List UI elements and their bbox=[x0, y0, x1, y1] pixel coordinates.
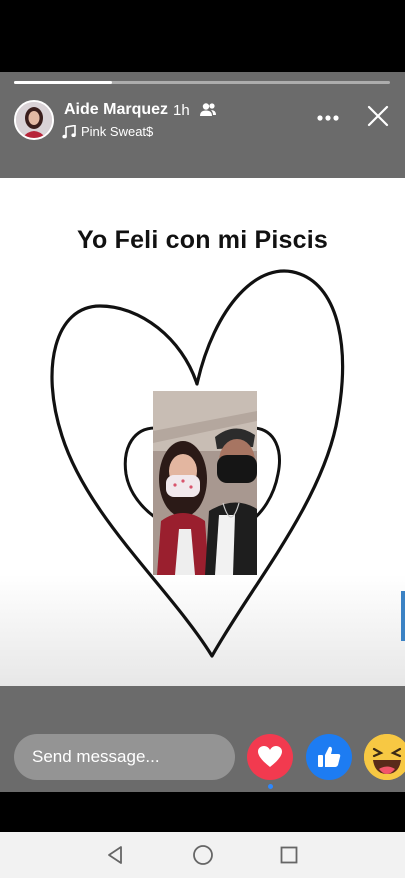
recents-icon bbox=[280, 846, 298, 864]
home-icon bbox=[193, 845, 213, 865]
back-button[interactable] bbox=[102, 842, 128, 868]
screen-gap bbox=[0, 792, 405, 832]
post-time: 1h bbox=[173, 102, 190, 119]
music-track: Pink Sweat$ bbox=[81, 124, 154, 139]
close-button[interactable] bbox=[362, 100, 394, 132]
home-button[interactable] bbox=[190, 842, 216, 868]
reply-bar bbox=[0, 732, 405, 792]
system-nav-bar bbox=[0, 832, 405, 878]
music-attribution[interactable]: Pink Sweat$ bbox=[62, 124, 153, 139]
selected-reaction-dot bbox=[268, 784, 273, 789]
avatar[interactable] bbox=[14, 100, 54, 140]
status-bar bbox=[0, 0, 405, 72]
love-reaction-button[interactable] bbox=[247, 734, 293, 780]
recents-button[interactable] bbox=[276, 842, 302, 868]
couple-photo bbox=[153, 391, 257, 575]
music-note-icon bbox=[62, 124, 76, 138]
story-progress-bar bbox=[14, 81, 390, 84]
like-reaction-button[interactable] bbox=[306, 734, 352, 780]
story-image: Yo Feli con mi Piscis bbox=[0, 178, 405, 686]
send-message-input[interactable] bbox=[14, 734, 235, 780]
like-thumb-icon bbox=[318, 746, 341, 767]
haha-reaction-button[interactable] bbox=[364, 734, 405, 780]
story-viewer[interactable]: Aide Marquez 1h Pink Sweat$ Yo Feli con … bbox=[0, 72, 405, 792]
friends-icon bbox=[200, 103, 216, 116]
more-dots-icon bbox=[317, 115, 339, 121]
author-name[interactable]: Aide Marquez bbox=[64, 101, 168, 119]
story-progress-fill bbox=[14, 81, 112, 84]
story-header: Aide Marquez 1h Pink Sweat$ bbox=[0, 96, 405, 156]
couple-photo-art bbox=[153, 391, 257, 575]
haha-emoji-icon bbox=[364, 734, 405, 780]
close-icon bbox=[367, 105, 389, 127]
more-button[interactable] bbox=[312, 104, 344, 132]
back-icon bbox=[108, 846, 122, 864]
love-heart-icon bbox=[258, 746, 282, 767]
avatar-photo bbox=[16, 102, 52, 138]
edge-sticker bbox=[401, 591, 405, 641]
